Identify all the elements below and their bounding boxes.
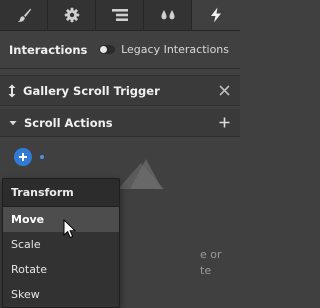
menu-item-move[interactable]: Move bbox=[3, 207, 119, 232]
scroll-actions-header[interactable]: Scroll Actions bbox=[0, 109, 240, 137]
scroll-actions-title: Scroll Actions bbox=[24, 115, 113, 130]
menu-item-rotate[interactable]: Rotate bbox=[3, 257, 119, 282]
add-action-button[interactable] bbox=[14, 148, 32, 166]
mouse-cursor-icon bbox=[63, 219, 77, 239]
drops-icon bbox=[161, 10, 174, 20]
tab-swatches[interactable] bbox=[144, 0, 192, 30]
vertical-arrows-icon bbox=[8, 84, 16, 97]
legacy-interactions-label[interactable]: Legacy Interactions bbox=[121, 43, 229, 56]
trigger-title: Gallery Scroll Trigger bbox=[23, 83, 160, 98]
timeline-dot bbox=[40, 155, 44, 159]
close-icon[interactable] bbox=[219, 85, 230, 96]
menu-item-skew[interactable]: Skew bbox=[3, 282, 119, 307]
caret-down-icon bbox=[9, 120, 17, 125]
lightning-icon bbox=[211, 7, 221, 23]
interactions-title: Interactions bbox=[9, 42, 88, 57]
tab-interactions[interactable] bbox=[192, 0, 240, 30]
gear-icon bbox=[64, 7, 79, 23]
empty-state-hint: e or te bbox=[200, 248, 222, 277]
interactions-header: Interactions Legacy Interactions bbox=[0, 31, 240, 69]
menu-item-scale[interactable]: Scale bbox=[3, 232, 119, 257]
navigator-icon bbox=[111, 9, 128, 21]
tab-navigator[interactable] bbox=[96, 0, 144, 30]
tab-style[interactable] bbox=[0, 0, 48, 30]
dropdown-header: Transform bbox=[3, 179, 119, 207]
transform-dropdown-menu: Transform Move Scale Rotate Skew bbox=[2, 178, 120, 308]
plus-icon[interactable] bbox=[219, 117, 230, 128]
legacy-interactions-toggle[interactable] bbox=[99, 45, 116, 54]
paintbrush-icon bbox=[17, 8, 31, 22]
plus-icon bbox=[19, 153, 27, 161]
panel-tabbar bbox=[0, 0, 240, 31]
trigger-row[interactable]: Gallery Scroll Trigger bbox=[0, 75, 240, 106]
toggle-knob bbox=[100, 46, 108, 53]
tab-settings[interactable] bbox=[48, 0, 96, 30]
